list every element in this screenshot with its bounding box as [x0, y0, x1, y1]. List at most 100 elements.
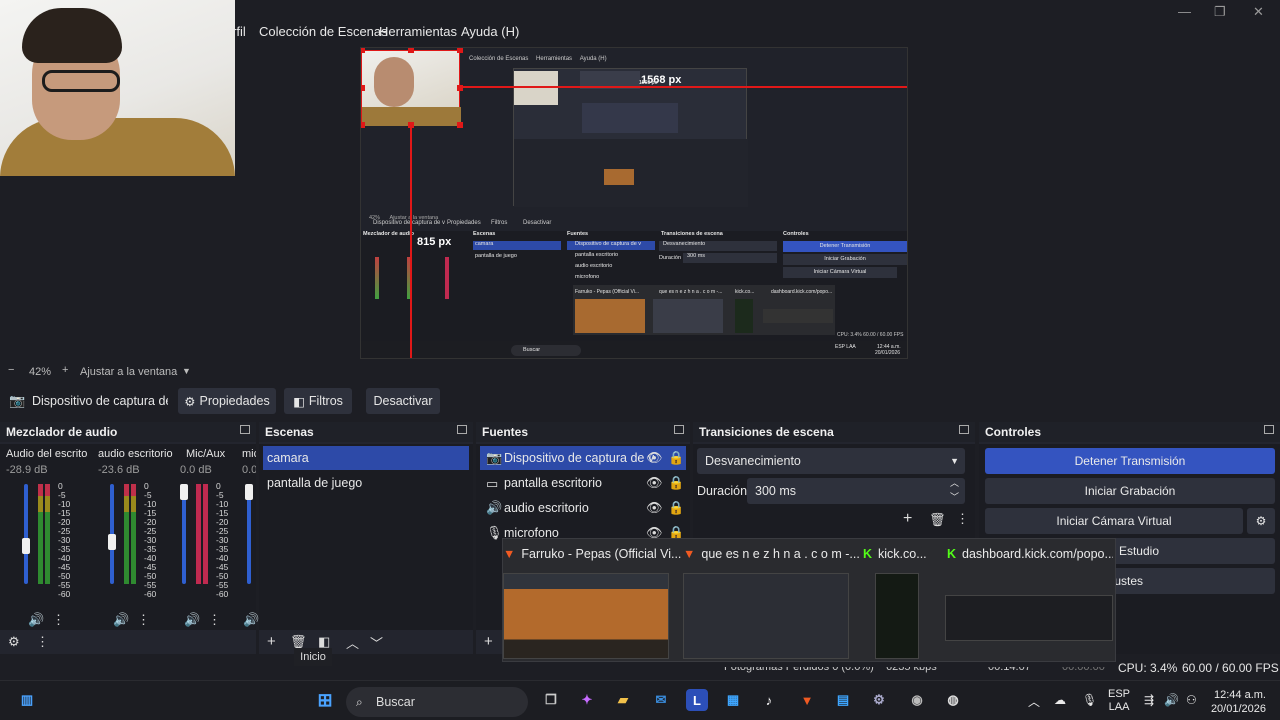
transitions-title: Transiciones de escena	[693, 422, 975, 442]
popout-icon[interactable]	[240, 425, 250, 434]
volume-slider-knob[interactable]	[22, 538, 30, 554]
microphone-icon[interactable]: 🎙	[1082, 693, 1097, 707]
preview-canvas[interactable]: Colección de Escenas Herramientas Ayuda …	[360, 47, 908, 359]
tiktok-icon[interactable]: ♪	[758, 689, 780, 711]
popout-icon[interactable]	[457, 425, 467, 434]
maximize-icon[interactable]: ❐	[1214, 4, 1226, 20]
add-icon[interactable]: +	[267, 633, 276, 650]
preview-thumbnail[interactable]	[503, 573, 669, 659]
popout-icon[interactable]	[959, 425, 969, 434]
brave-icon: ▼	[503, 547, 516, 561]
preview-tab-kick[interactable]: Kkick.co...	[863, 547, 943, 561]
spin-arrows-icon[interactable]: ︿ ﹀	[950, 476, 959, 504]
preview-tab-dashboard[interactable]: Kdashboard.kick.com/popo...	[947, 547, 1113, 561]
duration-spinbox[interactable]: 300 ms ︿ ﹀	[747, 478, 965, 504]
zoom-fit-select[interactable]: Ajustar a la ventana	[80, 366, 177, 378]
chevron-down-icon[interactable]: ﹀	[370, 633, 383, 652]
brave-icon[interactable]: ▼	[796, 689, 818, 711]
speaker-icon[interactable]: 🔊	[28, 612, 44, 628]
menu-scene-collection[interactable]: Colección de Escenas	[259, 24, 388, 39]
scene-item[interactable]: pantalla de juego	[263, 471, 469, 495]
deactivate-button[interactable]: Desactivar	[366, 388, 440, 414]
filters-button[interactable]: ◧ Filtros	[284, 388, 352, 414]
preview-tab-nezhna[interactable]: ▼ que es n e z h n a . c o m -...	[683, 547, 861, 561]
zoom-out-button[interactable]: −	[8, 364, 14, 376]
popout-icon[interactable]	[674, 425, 684, 434]
lock-icon[interactable]: 🔒	[668, 500, 684, 516]
chevron-up-icon[interactable]: ︿	[346, 633, 359, 652]
scene-item[interactable]: camara	[263, 446, 469, 470]
preview-selected-source[interactable]	[361, 50, 461, 126]
speaker-icon[interactable]: 🔊	[243, 612, 259, 628]
add-icon[interactable]: +	[903, 510, 912, 528]
more-vertical-icon[interactable]: ⋮	[208, 612, 221, 628]
volume-icon[interactable]: 🔊	[1164, 693, 1179, 707]
preview-tab-farruko[interactable]: ▼ Farruko - Pepas (Official Vi...	[503, 547, 681, 561]
windows-start-icon[interactable]: ⊞	[314, 689, 336, 711]
speaker-icon[interactable]: 🔊	[113, 612, 129, 628]
zoom-row: − 42% + Ajustar a la ventana ▼	[0, 362, 1280, 380]
scenes-dock: Escenas camara pantalla de juego + 🗑 ◧ ︿…	[259, 422, 473, 654]
lock-icon[interactable]: 🔒	[668, 475, 684, 491]
properties-label: Propiedades	[199, 394, 270, 408]
l-app-icon[interactable]: L	[686, 689, 708, 711]
battery-icon[interactable]: ⚇	[1186, 693, 1197, 707]
close-icon[interactable]: ✕	[1253, 4, 1264, 20]
volume-slider[interactable]	[24, 484, 28, 584]
preview-thumbnail[interactable]	[945, 595, 1113, 641]
speaker-icon[interactable]: 🔊	[184, 612, 200, 628]
mixer-channel-db: 0.0 dB	[180, 464, 212, 476]
stop-streaming-button[interactable]: Detener Transmisión	[985, 448, 1275, 474]
obs-icon[interactable]: ◍	[942, 689, 964, 711]
webcam-person-glasses	[42, 70, 120, 92]
volume-slider-knob[interactable]	[108, 534, 116, 550]
file-explorer-icon[interactable]: ▰	[612, 689, 634, 711]
chevron-up-icon[interactable]: ︿	[1028, 693, 1040, 710]
task-view-icon[interactable]: ❐	[540, 689, 562, 711]
status-bar: Fotogramas Perdidos 0 (0.0%) 6235 kbps 0…	[0, 657, 1280, 677]
zoom-in-button[interactable]: +	[62, 364, 68, 376]
trash-icon[interactable]: 🗑	[929, 512, 946, 528]
language-indicator[interactable]: ESP LAA	[1108, 688, 1130, 714]
advanced-audio-gear-icon[interactable]: ⚙	[8, 634, 20, 650]
network-icon[interactable]: ⇶	[1144, 693, 1154, 707]
more-vertical-icon[interactable]: ⋮	[36, 634, 49, 650]
guide-vertical	[410, 125, 412, 358]
properties-button[interactable]: ⚙ Propiedades	[178, 388, 276, 414]
chevron-down-icon[interactable]: ▼	[182, 366, 191, 376]
add-icon[interactable]: +	[484, 633, 493, 650]
clock[interactable]: 12:44 a.m. 20/01/2026	[1210, 688, 1266, 716]
copilot-icon[interactable]: ✦	[576, 689, 598, 711]
store-icon[interactable]: ▦	[722, 689, 744, 711]
menu-tools[interactable]: Herramientas	[379, 24, 457, 39]
more-vertical-icon[interactable]: ⋮	[956, 511, 969, 527]
start-recording-button[interactable]: Iniciar Grabación	[985, 478, 1275, 504]
nested-docks: Mezclador de audio Escenas Fuentes Trans…	[361, 231, 907, 351]
brave-icon: ▼	[683, 547, 696, 561]
minimize-icon[interactable]: —	[1178, 4, 1191, 19]
mail-icon[interactable]: ✉	[650, 689, 672, 711]
virtual-camera-settings-button[interactable]: ⚙	[1247, 508, 1275, 534]
volume-slider-knob[interactable]	[180, 484, 188, 500]
lock-icon[interactable]: 🔒	[668, 450, 684, 466]
camera-app-icon[interactable]: ◉	[906, 689, 928, 711]
volume-slider-knob[interactable]	[245, 484, 253, 500]
menu-help[interactable]: Ayuda (H)	[461, 24, 519, 39]
onedrive-icon[interactable]: ☁	[1054, 693, 1066, 707]
settings-gear-icon[interactable]: ⚙	[868, 689, 890, 711]
preview-thumbnail[interactable]	[683, 573, 849, 659]
popout-icon[interactable]	[1264, 425, 1274, 434]
eye-icon[interactable]: 👁	[646, 500, 663, 516]
more-vertical-icon[interactable]: ⋮	[137, 612, 150, 628]
notepad-icon[interactable]: ▤	[832, 689, 854, 711]
start-virtual-camera-button[interactable]: Iniciar Cámara Virtual	[985, 508, 1243, 534]
more-vertical-icon[interactable]: ⋮	[52, 612, 65, 628]
widgets-icon[interactable]: ▥	[16, 689, 38, 711]
preview-thumbnail[interactable]	[875, 573, 919, 659]
taskbar-search[interactable]: Buscar	[346, 687, 528, 717]
transition-select[interactable]: Desvanecimiento ▼	[697, 448, 965, 474]
eye-icon[interactable]: 👁	[646, 450, 663, 466]
db-scale: 0 -5 -10 -15 -20 -25 -30 -35 -40 -45 -50 -55 -60	[144, 481, 157, 599]
scenes-title: Escenas	[259, 422, 473, 442]
eye-icon[interactable]: 👁	[646, 475, 663, 491]
